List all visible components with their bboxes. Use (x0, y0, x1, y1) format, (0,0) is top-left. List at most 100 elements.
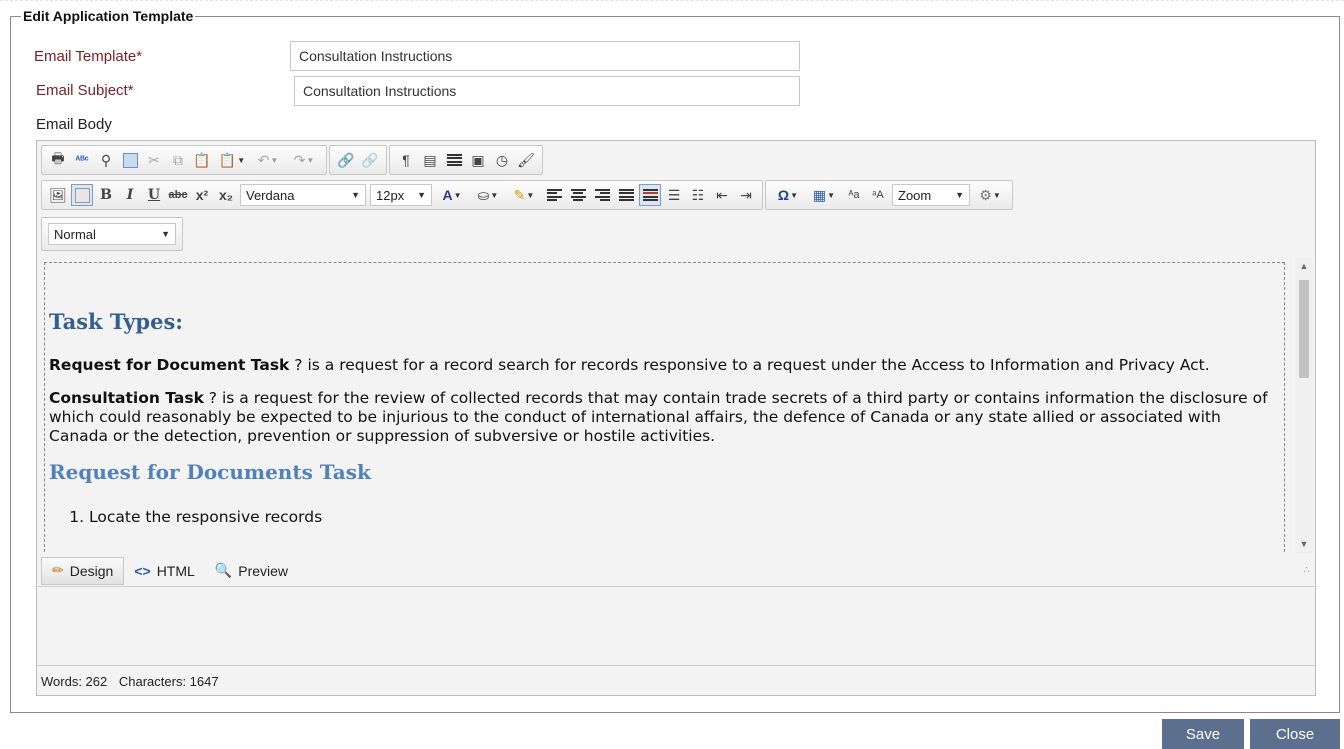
close-button[interactable]: Close (1250, 719, 1340, 749)
bulleted-list-icon[interactable]: ☰ (663, 184, 685, 206)
email-subject-input[interactable]: Consultation Instructions (294, 76, 800, 106)
resize-grip-icon[interactable]: ∴ (1304, 565, 1310, 576)
outdent-icon[interactable]: ⇤ (711, 184, 733, 206)
image-manager-icon[interactable]: 🖼 (47, 184, 69, 206)
tab-design[interactable]: ✏ Design (41, 556, 125, 585)
insert-link-icon[interactable]: 🔗 (335, 149, 357, 171)
convert-lower-icon[interactable]: ᴬa (843, 184, 865, 206)
align-right-icon[interactable] (591, 184, 613, 206)
toolbar-row-1: 🖶 ᴬᴮᶜ ⚲ ✂ ⧉ 📋 📋 ▼ ↶ ▼ ↷ ▼ 🔗 🔗 ¶ ▤ ▣ ◷ 🖌 (41, 145, 545, 175)
copy-icon[interactable]: ⧉ (167, 149, 189, 171)
undo-icon[interactable]: ↶ ▼ (251, 149, 285, 171)
chevron-down-icon: ▼ (161, 229, 170, 239)
magnifier-icon: 🔍 (214, 562, 233, 578)
justify-none-icon[interactable] (639, 184, 661, 206)
format-cleaner-icon[interactable]: 🖌 (515, 149, 537, 171)
modules-icon[interactable]: ⚙ ▼ (973, 184, 1007, 206)
code-icon: <> (134, 562, 151, 579)
editor-scrollbar[interactable]: ▲ ▼ (1295, 258, 1313, 553)
character-count: Characters: 1647 (118, 674, 219, 689)
toolbar-group-tools: Ω ▼ ▦ ▼ ᴬa ᵃA Zoom ▼ ⚙ ▼ (765, 180, 1013, 210)
subscript-icon[interactable]: x₂ (215, 184, 237, 206)
chevron-down-icon: ▼ (955, 190, 964, 200)
editor-content-area[interactable]: Task Types: Request for Document Task ? … (41, 258, 1313, 553)
toolbar-group-formatting: 🖼 B I U abc x² x₂ Verdana ▼ 12px ▼ A ▼ ⛀ ▼ ✎… (41, 180, 763, 210)
list-item: Locate the responsive records (89, 508, 1284, 527)
rich-text-editor: 🖶 ᴬᴮᶜ ⚲ ✂ ⧉ 📋 📋 ▼ ↶ ▼ ↷ ▼ 🔗 🔗 ¶ ▤ ▣ ◷ 🖌 🖼 (36, 140, 1316, 696)
print-icon[interactable]: 🖶 (47, 149, 69, 171)
toolbar-group-insert: ¶ ▤ ▣ ◷ 🖌 (389, 145, 543, 175)
paragraph-consultation: Consultation Task ? is a request for the… (49, 389, 1284, 446)
insert-table-icon[interactable]: ▦ ▼ (807, 184, 841, 206)
paste-icon[interactable]: 📋 (191, 149, 213, 171)
scroll-up-icon[interactable]: ▲ (1295, 261, 1313, 271)
tab-design-label: Design (69, 562, 114, 579)
pencil-icon: ✏ (52, 562, 64, 578)
apply-css-class-icon[interactable]: ✎ ▼ (507, 184, 541, 206)
insert-symbol-icon[interactable]: Ω ▼ (771, 184, 805, 206)
toolbar-row-3: Normal ▼ (41, 217, 185, 251)
task-steps-list: Locate the responsive records (49, 508, 1284, 527)
indent-icon[interactable]: ⇥ (735, 184, 757, 206)
paragraph-request-for-document: Request for Document Task ? is a request… (49, 356, 1284, 375)
font-family-select[interactable]: Verdana ▼ (240, 184, 366, 206)
insert-form-icon[interactable]: ▤ (419, 149, 441, 171)
show-formatting-icon[interactable]: ¶ (395, 149, 417, 171)
insert-paragraph-icon[interactable] (443, 149, 465, 171)
bold-icon[interactable]: B (95, 184, 117, 206)
align-left-icon[interactable] (543, 184, 565, 206)
paragraph-format-value: Normal (54, 226, 96, 242)
font-color-icon[interactable]: A ▼ (435, 184, 469, 206)
editor-document[interactable]: Task Types: Request for Document Task ? … (44, 262, 1285, 553)
font-size-select[interactable]: 12px ▼ (370, 184, 432, 206)
underline-icon[interactable]: U (143, 184, 165, 206)
select-all-icon[interactable] (119, 149, 141, 171)
paste-options-icon[interactable]: 📋 ▼ (215, 149, 249, 171)
fieldset-legend: Edit Application Template (23, 8, 194, 24)
toolbar-group-clipboard: 🖶 ᴬᴮᶜ ⚲ ✂ ⧉ 📋 📋 ▼ ↶ ▼ ↷ ▼ (41, 145, 327, 175)
highlight-color-icon[interactable]: ⛀ ▼ (471, 184, 505, 206)
toolbar-row-2: 🖼 B I U abc x² x₂ Verdana ▼ 12px ▼ A ▼ ⛀ ▼ ✎… (41, 180, 1015, 210)
insert-template-icon[interactable]: ▣ (467, 149, 489, 171)
save-button[interactable]: Save (1162, 719, 1244, 749)
paragraph-format-select[interactable]: Normal ▼ (48, 223, 176, 245)
zoom-value: Zoom (898, 187, 932, 203)
toolbar-group-paragraph: Normal ▼ (41, 217, 183, 251)
term-request-for-document: Request for Document Task (49, 356, 290, 374)
email-subject-label: Email Subject* (36, 82, 134, 99)
email-body-label: Email Body (36, 116, 112, 133)
word-count: Words: 262 (41, 674, 108, 689)
justify-icon[interactable] (615, 184, 637, 206)
scroll-down-icon[interactable]: ▼ (1295, 539, 1313, 549)
find-replace-icon[interactable]: ⚲ (95, 149, 117, 171)
redo-icon[interactable]: ↷ ▼ (287, 149, 321, 171)
definition-request-for-document: ? is a request for a record search for r… (289, 356, 1210, 374)
convert-upper-icon[interactable]: ᵃA (867, 184, 889, 206)
align-center-icon[interactable] (567, 184, 589, 206)
font-size-value: 12px (376, 187, 405, 203)
email-template-label: Email Template* (34, 48, 143, 65)
cut-icon[interactable]: ✂ (143, 149, 165, 171)
term-consultation: Consultation Task (49, 389, 204, 407)
top-divider (0, 0, 1344, 1)
italic-icon[interactable]: I (119, 184, 141, 206)
spellcheck-icon[interactable]: ᴬᴮᶜ (71, 149, 93, 171)
tab-preview-label: Preview (238, 562, 289, 579)
scroll-thumb[interactable] (1299, 280, 1309, 378)
superscript-icon[interactable]: x² (191, 184, 213, 206)
remove-link-icon[interactable]: 🔗 (359, 149, 381, 171)
strikethrough-icon[interactable]: abc (167, 184, 189, 206)
tab-html[interactable]: <> HTML (124, 557, 204, 585)
zoom-select[interactable]: Zoom ▼ (892, 184, 970, 206)
image-properties-icon[interactable] (71, 184, 93, 206)
tab-preview[interactable]: 🔍 Preview (205, 557, 298, 585)
heading-task-types: Task Types: (49, 309, 184, 334)
tab-html-label: HTML (156, 562, 195, 579)
email-template-input[interactable]: Consultation Instructions (290, 41, 800, 71)
chevron-down-icon: ▼ (417, 190, 426, 200)
definition-consultation: ? is a request for the review of collect… (49, 389, 1268, 445)
insert-date-time-icon[interactable]: ◷ (491, 149, 513, 171)
numbered-list-icon[interactable]: ☷ (687, 184, 709, 206)
toolbar-group-links: 🔗 🔗 (329, 145, 387, 175)
font-family-value: Verdana (246, 187, 295, 203)
